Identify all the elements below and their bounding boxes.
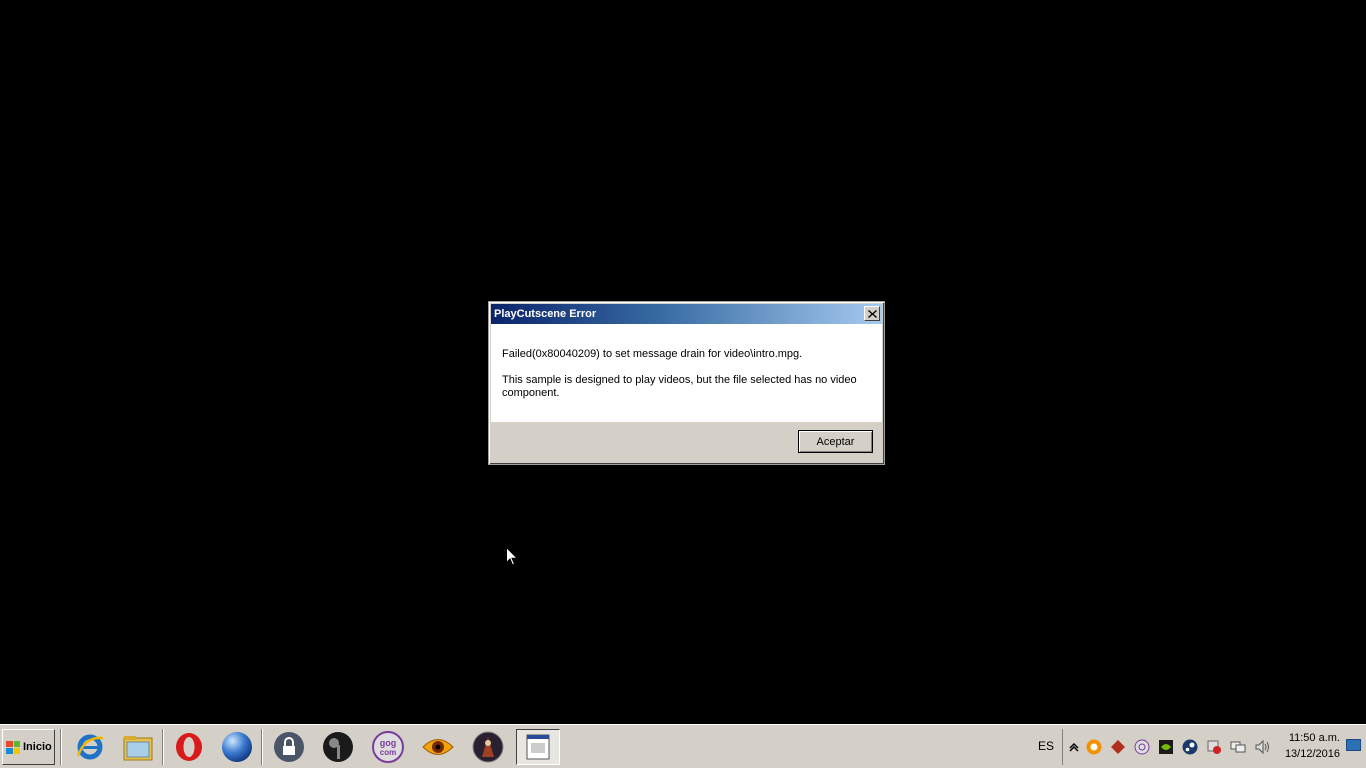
dialog-title: PlayCutscene Error [494,308,597,320]
dialog-footer: Aceptar [491,422,882,462]
clock-time: 11:50 a.m. [1288,732,1340,744]
system-clock[interactable]: 11:50 a.m. 13/12/2016 [1282,730,1340,762]
error-message: Failed(0x80040209) to set message drain … [502,348,803,360]
nvidia-icon[interactable] [1158,739,1174,755]
internet-explorer-icon[interactable] [68,729,112,765]
svg-text:com: com [380,748,396,757]
start-label: Inicio [23,741,52,753]
steam-icon[interactable] [1182,739,1198,755]
game-tray-icon[interactable] [1110,739,1126,755]
show-hidden-icons-arrow[interactable] [1066,739,1082,755]
taskbar-separator [60,729,62,765]
error-detail: This sample is designed to play videos, … [502,374,857,399]
gog-icon[interactable]: gog com [366,729,410,765]
steam-like-dark-icon[interactable] [316,729,360,765]
svg-text:gog: gog [380,738,397,748]
start-button[interactable]: Inicio [2,729,55,765]
mouse-cursor-icon [506,547,518,566]
taskbar-separator [162,729,164,765]
close-button[interactable] [864,306,880,321]
opera-icon[interactable] [167,729,211,765]
xnview-eye-icon[interactable] [416,729,460,765]
clock-date: 13/12/2016 [1284,748,1340,760]
file-explorer-icon[interactable] [116,729,160,765]
dialog-titlebar[interactable]: PlayCutscene Error [491,304,882,324]
security-flag-icon[interactable] [1206,739,1222,755]
taskbar-separator [261,729,263,765]
origin-icon[interactable] [1134,739,1150,755]
close-icon [867,309,877,318]
windows-logo-icon [6,740,20,754]
game-character-icon[interactable] [466,729,510,765]
globe-browser-icon[interactable] [215,729,259,765]
volume-icon[interactable] [1254,739,1270,755]
taskbar: Inicio gog com ES 11:50 a.m. 13/12/2016 [0,724,1366,768]
avast-icon[interactable] [1086,739,1102,755]
language-indicator[interactable]: ES [1038,739,1054,753]
lock-app-icon[interactable] [267,729,311,765]
dialog-message-area: Failed(0x80040209) to set message drain … [491,324,882,422]
playcutscene-window-icon[interactable] [516,729,560,765]
ok-button[interactable]: Aceptar [798,430,873,453]
network-icon[interactable] [1230,739,1246,755]
error-dialog: PlayCutscene Error Failed(0x80040209) to… [488,301,885,465]
show-desktop-button[interactable] [1346,739,1361,751]
system-tray [1062,729,1280,765]
